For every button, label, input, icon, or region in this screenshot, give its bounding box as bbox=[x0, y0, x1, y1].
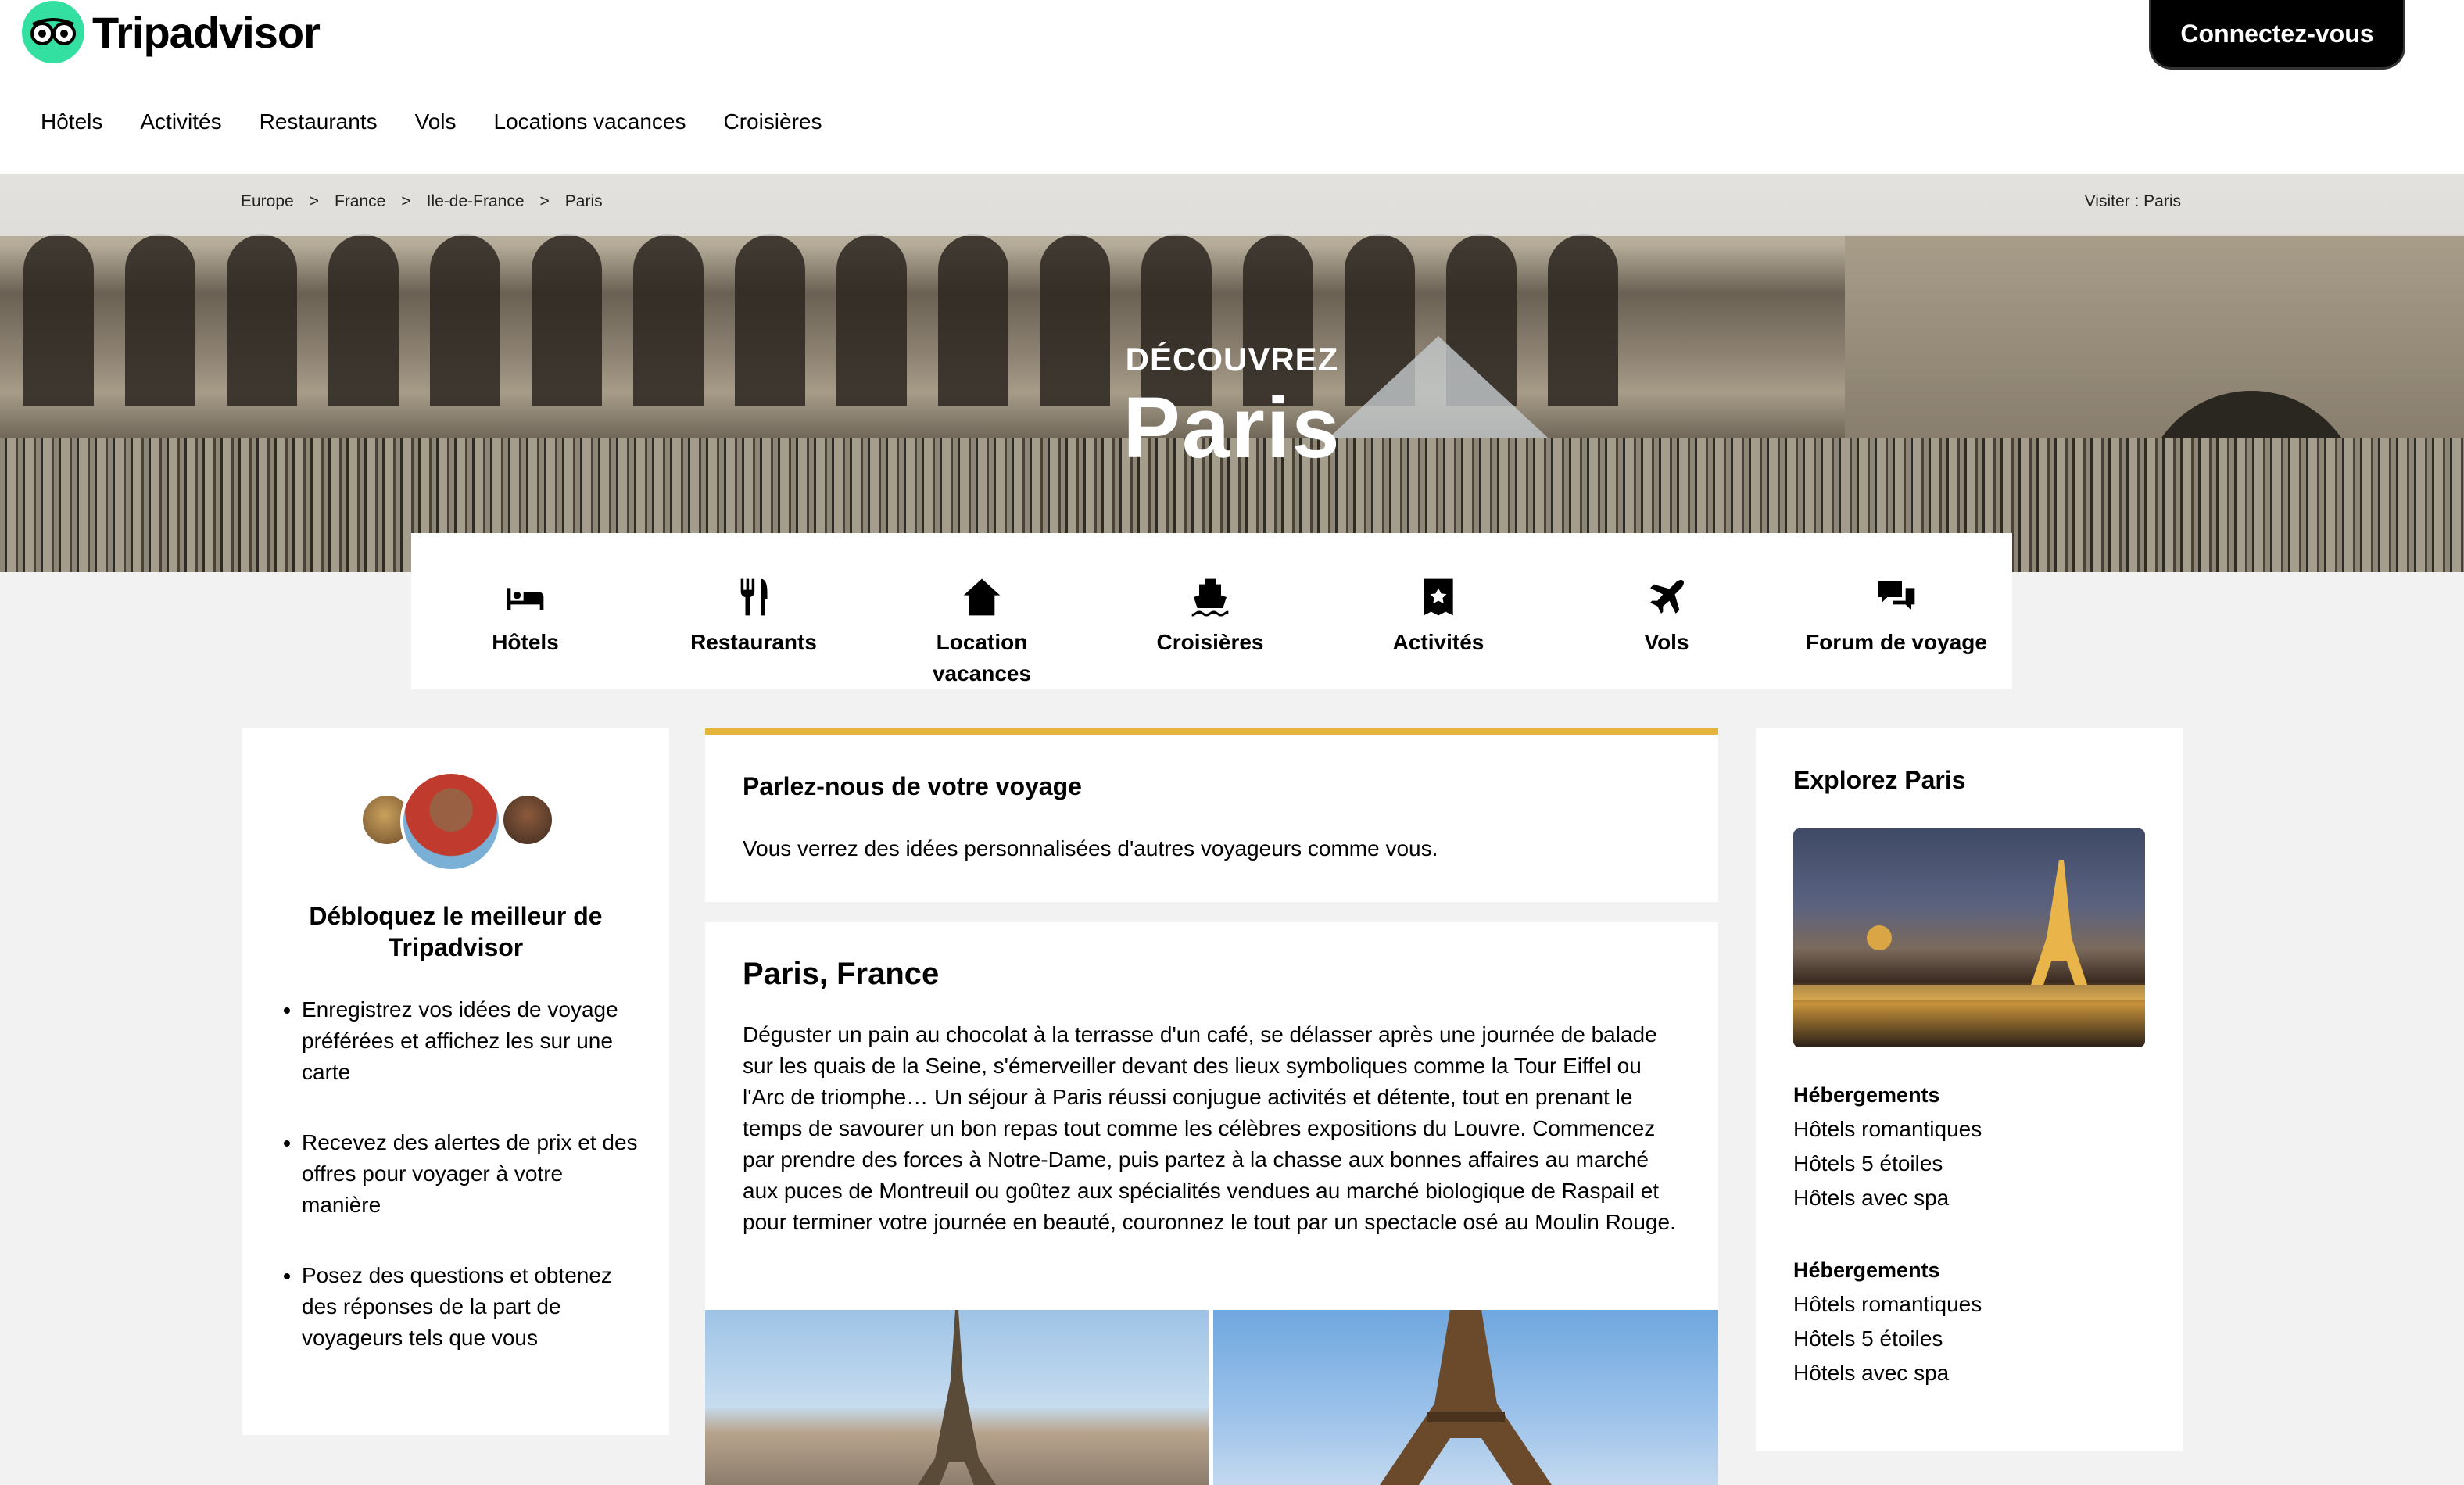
chat-bubbles-icon bbox=[1878, 581, 1915, 610]
promo-title: Débloquez le meilleur de Tripadvisor bbox=[309, 902, 603, 961]
eiffel-tower-icon bbox=[1793, 860, 2145, 1000]
category-hotels[interactable]: Hôtels bbox=[411, 533, 639, 689]
breadcrumb-ile-de-france[interactable]: Ile-de-France bbox=[427, 192, 525, 211]
avatar-group bbox=[360, 771, 555, 872]
nav-hotels[interactable]: Hôtels bbox=[41, 109, 102, 134]
explore-link[interactable]: Hôtels romantiques bbox=[1793, 1117, 1982, 1142]
explore-group: Hébergements Hôtels romantiques Hôtels 5… bbox=[1793, 1258, 1982, 1395]
owl-logo-icon bbox=[22, 1, 84, 63]
login-button[interactable]: Connectez-vous bbox=[2151, 0, 2403, 67]
nav-vacation-rentals[interactable]: Locations vacances bbox=[494, 109, 686, 134]
fork-knife-icon bbox=[740, 578, 768, 616]
nav-flights[interactable]: Vols bbox=[415, 109, 457, 134]
explore-card: Explorez Paris Hébergements Hôtels roman… bbox=[1756, 728, 2183, 1451]
breadcrumb-paris[interactable]: Paris bbox=[565, 192, 603, 211]
visit-label: Visiter : Paris bbox=[2084, 192, 2181, 210]
list-item: Enregistrez vos idées de voyage préférée… bbox=[302, 994, 646, 1088]
category-label: Hôtels bbox=[492, 630, 559, 654]
explore-link[interactable]: Hôtels 5 étoiles bbox=[1793, 1326, 1982, 1351]
category-vacation-rentals[interactable]: Location vacances bbox=[868, 533, 1096, 689]
eiffel-tower-icon bbox=[918, 1310, 996, 1485]
paris-night-photo[interactable] bbox=[1793, 828, 2145, 1047]
avatar bbox=[400, 771, 502, 872]
house-icon bbox=[963, 578, 1001, 616]
category-bar: Hôtels Restaurants Location vacances Cro… bbox=[411, 533, 2012, 689]
category-label: Vols bbox=[1644, 630, 1689, 654]
breadcrumb-separator: > bbox=[401, 192, 411, 210]
list-item: Recevez des alertes de prix et des offre… bbox=[302, 1127, 646, 1221]
breadcrumb-separator: > bbox=[309, 192, 319, 210]
ship-icon bbox=[1191, 578, 1229, 617]
brand-name: Tripadvisor bbox=[92, 7, 321, 57]
explore-title: Explorez Paris bbox=[1793, 766, 1966, 794]
category-restaurants[interactable]: Restaurants bbox=[639, 533, 868, 689]
category-label: Restaurants bbox=[690, 630, 817, 654]
ticket-icon bbox=[1424, 578, 1453, 616]
logo[interactable]: Tripadvisor bbox=[22, 0, 321, 64]
breadcrumb-europe[interactable]: Europe bbox=[241, 192, 294, 211]
about-text: Déguster un pain au chocolat à la terras… bbox=[743, 1022, 1676, 1234]
hero-title: Paris bbox=[1123, 380, 1341, 476]
explore-group-heading: Hébergements bbox=[1793, 1258, 1940, 1282]
trip-title: Parlez-nous de votre voyage bbox=[743, 772, 1082, 800]
explore-link[interactable]: Hôtels avec spa bbox=[1793, 1361, 1982, 1386]
promo-card: Débloquez le meilleur de Tripadvisor Enr… bbox=[242, 728, 669, 1435]
category-label: Forum de voyage bbox=[1806, 630, 1987, 654]
about-card: Paris, France Déguster un pain au chocol… bbox=[705, 922, 1718, 1485]
nav-restaurants[interactable]: Restaurants bbox=[260, 109, 378, 134]
category-activities[interactable]: Activités bbox=[1324, 533, 1553, 689]
hero-subtitle: DÉCOUVREZ bbox=[1125, 341, 1339, 378]
eiffel-tower-icon bbox=[1380, 1310, 1552, 1485]
explore-link[interactable]: Hôtels romantiques bbox=[1793, 1292, 1982, 1317]
trip-card[interactable]: Parlez-nous de votre voyage Vous verrez … bbox=[705, 728, 1718, 902]
category-flights[interactable]: Vols bbox=[1553, 533, 1781, 689]
breadcrumb: Europe > France > Ile-de-France > Paris bbox=[241, 192, 603, 211]
list-item: Posez des questions et obtenez des répon… bbox=[302, 1260, 646, 1354]
breadcrumb-france[interactable]: France bbox=[335, 192, 385, 211]
explore-link[interactable]: Hôtels 5 étoiles bbox=[1793, 1151, 1982, 1176]
category-cruises[interactable]: Croisières bbox=[1096, 533, 1324, 689]
category-label: Croisières bbox=[1156, 630, 1264, 654]
breadcrumb-separator: > bbox=[539, 192, 550, 210]
about-title: Paris, France bbox=[743, 957, 940, 991]
plane-icon bbox=[1650, 580, 1684, 614]
nav-activities[interactable]: Activités bbox=[140, 109, 221, 134]
explore-link[interactable]: Hôtels avec spa bbox=[1793, 1186, 1982, 1211]
category-label: Activités bbox=[1392, 630, 1484, 654]
category-label: Location vacances bbox=[932, 630, 1032, 685]
top-nav: Hôtels Activités Restaurants Vols Locati… bbox=[41, 109, 822, 134]
eiffel-tower-photo[interactable] bbox=[705, 1310, 1209, 1485]
promo-list: Enregistrez vos idées de voyage préférée… bbox=[278, 994, 646, 1393]
header bbox=[0, 0, 2464, 174]
bed-icon bbox=[507, 588, 544, 610]
category-forum[interactable]: Forum de voyage bbox=[1781, 533, 2012, 689]
explore-group: Hébergements Hôtels romantiques Hôtels 5… bbox=[1793, 1083, 1982, 1220]
nav-cruises[interactable]: Croisières bbox=[723, 109, 822, 134]
explore-group-heading: Hébergements bbox=[1793, 1083, 1940, 1107]
avatar bbox=[500, 793, 555, 847]
eiffel-tower-closeup-photo[interactable] bbox=[1213, 1310, 1718, 1485]
trip-text: Vous verrez des idées personnalisées d'a… bbox=[743, 836, 1438, 861]
